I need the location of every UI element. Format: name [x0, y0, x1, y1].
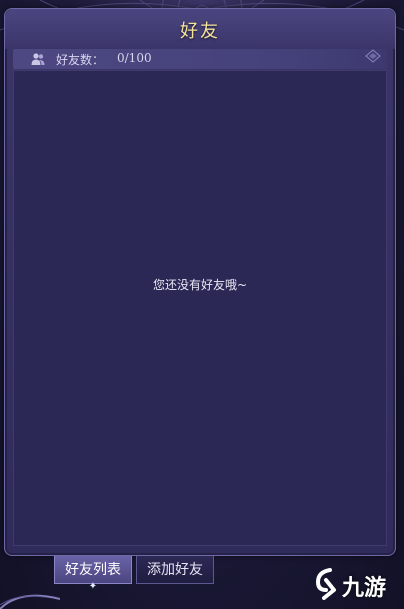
tab-friend-list-label: 好友列表 [65, 562, 121, 578]
title-bar: 好友 [5, 9, 395, 49]
bottom-ornament [0, 594, 60, 609]
tab-bar: 好友列表 ✦ 添加好友 [54, 556, 218, 592]
watermark-logo-icon [315, 568, 336, 600]
friend-count-bar: 好友数： 0/100 [13, 49, 387, 69]
star-icon: ✦ [88, 581, 98, 592]
tab-friend-list[interactable]: 好友列表 ✦ [54, 556, 132, 592]
users-icon [31, 53, 45, 65]
empty-message: 您还没有好友哦~ [152, 278, 248, 292]
friend-count-value: 0/100 [117, 51, 152, 65]
friend-count-label: 好友数： [56, 53, 105, 67]
corner-ornament-icon [365, 49, 381, 63]
watermark: 九游 [312, 566, 396, 602]
friend-list-area[interactable]: 您还没有好友哦~ [13, 70, 387, 546]
watermark-text: 九游 [342, 576, 387, 601]
friends-panel: 好友 好友数： 0/100 您还没有好友哦~ [4, 8, 396, 556]
tab-add-friend[interactable]: 添加好友 [136, 556, 214, 584]
window-title: 好友 [180, 21, 220, 42]
tab-add-friend-label: 添加好友 [147, 562, 203, 578]
friends-screen: 好友 好友数： 0/100 您还没有好友哦~ 好友列表 ✦ 添加好友 九游 [0, 0, 404, 609]
